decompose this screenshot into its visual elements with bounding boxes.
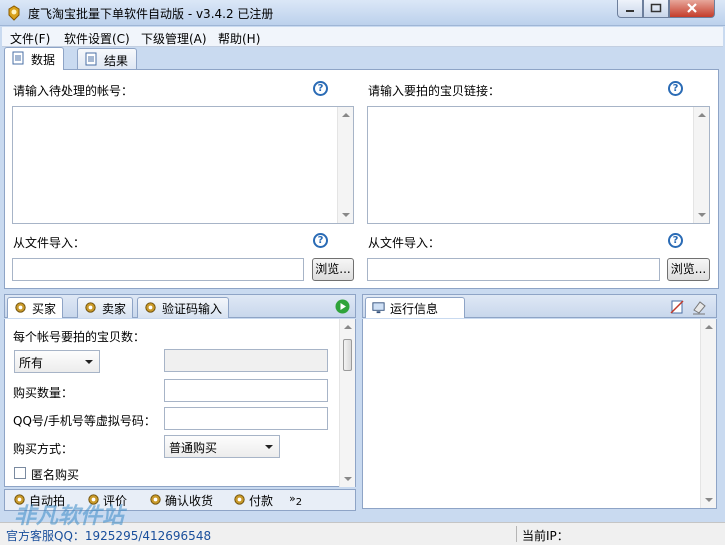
app-logo-icon [8, 5, 20, 21]
more-tabs-button[interactable]: »2 [285, 491, 306, 510]
accounts-scrollbar[interactable] [337, 107, 353, 223]
items-per-account-select[interactable]: 所有 [14, 350, 100, 373]
purchase-method-label: 购买方式： [13, 442, 74, 456]
data-panel: 请输入待处理的帐号： ? 请输入要拍的宝贝链接： ? 从文件导入： ? 从文件导… [4, 69, 719, 289]
purchase-method-value: 普通购买 [169, 441, 218, 455]
tab-data-label: 数据 [31, 53, 56, 67]
quantity-label: 购买数量： [13, 386, 74, 400]
tab-buyer-label: 买家 [32, 302, 57, 316]
menu-software-settings[interactable]: 软件设置(C) [64, 30, 130, 47]
close-icon [687, 3, 697, 13]
import-label-accounts: 从文件导入： [13, 236, 86, 250]
tab-confirm-receipt-label: 确认收货 [165, 494, 214, 508]
help-icon[interactable]: ? [668, 233, 683, 248]
qq-phone-label: QQ号/手机号等虚拟号码： [13, 414, 156, 428]
browse-links-button[interactable]: 浏览... [667, 258, 710, 281]
gear-icon [150, 494, 161, 505]
eraser-icon[interactable] [691, 299, 707, 315]
items-count-input [164, 349, 328, 372]
minimize-icon [626, 10, 634, 12]
current-ip-label: 当前IP： [522, 529, 569, 543]
help-icon[interactable]: ? [668, 81, 683, 96]
log-settings-icon[interactable] [669, 299, 685, 315]
minimize-button[interactable] [617, 0, 643, 18]
gear-icon [145, 302, 156, 313]
close-button[interactable] [669, 0, 715, 18]
gear-icon [15, 302, 26, 313]
menu-bar: 文件(F) 软件设置(C) 下级管理(A) 帮助(H) [2, 27, 723, 47]
document-icon [12, 51, 24, 65]
accounts-file-input[interactable] [12, 258, 304, 281]
tab-seller[interactable]: 卖家 [77, 297, 134, 318]
anonymous-checkbox[interactable] [14, 467, 26, 479]
accounts-label: 请输入待处理的帐号： [13, 84, 134, 98]
accounts-textarea[interactable] [12, 106, 354, 224]
chevron-right-icon: » [289, 492, 296, 505]
tab-results[interactable]: 结果 [77, 48, 138, 70]
tab-captcha-label: 验证码输入 [162, 302, 223, 316]
menu-file[interactable]: 文件(F) [10, 30, 50, 47]
links-file-input[interactable] [367, 258, 660, 281]
import-label-links: 从文件导入： [368, 236, 441, 250]
tab-run-info[interactable]: 运行信息 [365, 297, 465, 318]
more-tabs-count: 2 [295, 497, 303, 508]
run-info-header: 运行信息 [362, 294, 717, 318]
run-info-title: 运行信息 [390, 302, 439, 316]
gear-icon [234, 494, 245, 505]
document-icon [85, 52, 97, 66]
items-per-account-value: 所有 [19, 356, 44, 370]
tab-buyer[interactable]: 买家 [7, 297, 64, 318]
tab-seller-label: 卖家 [102, 302, 127, 316]
run-info-log [362, 319, 717, 509]
tab-payment-label: 付款 [249, 494, 274, 508]
tab-confirm-receipt[interactable]: 确认收货 [143, 491, 217, 510]
browse-accounts-button[interactable]: 浏览... [312, 258, 354, 281]
purchase-method-select[interactable]: 普通购买 [164, 435, 280, 458]
tab-captcha-input[interactable]: 验证码输入 [137, 297, 230, 318]
maximize-button[interactable] [643, 0, 669, 18]
links-textarea[interactable] [367, 106, 710, 224]
run-log-scrollbar[interactable] [700, 319, 716, 508]
items-per-account-label: 每个帐号要拍的宝贝数： [13, 330, 146, 344]
menu-sub-management[interactable]: 下级管理(A) [141, 30, 207, 47]
quantity-input[interactable] [164, 379, 328, 402]
buyer-panel-scrollbar[interactable] [339, 319, 355, 487]
gear-icon [85, 302, 96, 313]
help-icon[interactable]: ? [313, 233, 328, 248]
watermark-text: 非凡软件站 [14, 504, 125, 529]
maximize-icon [650, 3, 662, 13]
window-title: 度飞淘宝批量下单软件自动版 - v3.4.2 已注册 [28, 7, 274, 21]
menu-help[interactable]: 帮助(H) [218, 30, 260, 47]
play-icon[interactable] [335, 299, 350, 314]
anonymous-label: 匿名购买 [31, 468, 80, 482]
help-icon[interactable]: ? [313, 81, 328, 96]
scroll-thumb[interactable] [343, 339, 352, 371]
buyer-settings-panel: 每个帐号要拍的宝贝数： 所有 购买数量： QQ号/手机号等虚拟号码： 购买方式：… [4, 319, 356, 487]
links-scrollbar[interactable] [693, 107, 709, 223]
qq-phone-input[interactable] [164, 407, 328, 430]
title-bar: 度飞淘宝批量下单软件自动版 - v3.4.2 已注册 [0, 0, 725, 26]
tab-results-label: 结果 [104, 54, 129, 68]
monitor-icon [372, 302, 385, 314]
status-divider [516, 526, 517, 542]
tab-data[interactable]: 数据 [4, 47, 65, 70]
links-label: 请输入要拍的宝贝链接： [368, 84, 501, 98]
buyer-panel-header: 买家 卖家 验证码输入 [4, 294, 356, 318]
tab-payment[interactable]: 付款 [227, 491, 277, 510]
